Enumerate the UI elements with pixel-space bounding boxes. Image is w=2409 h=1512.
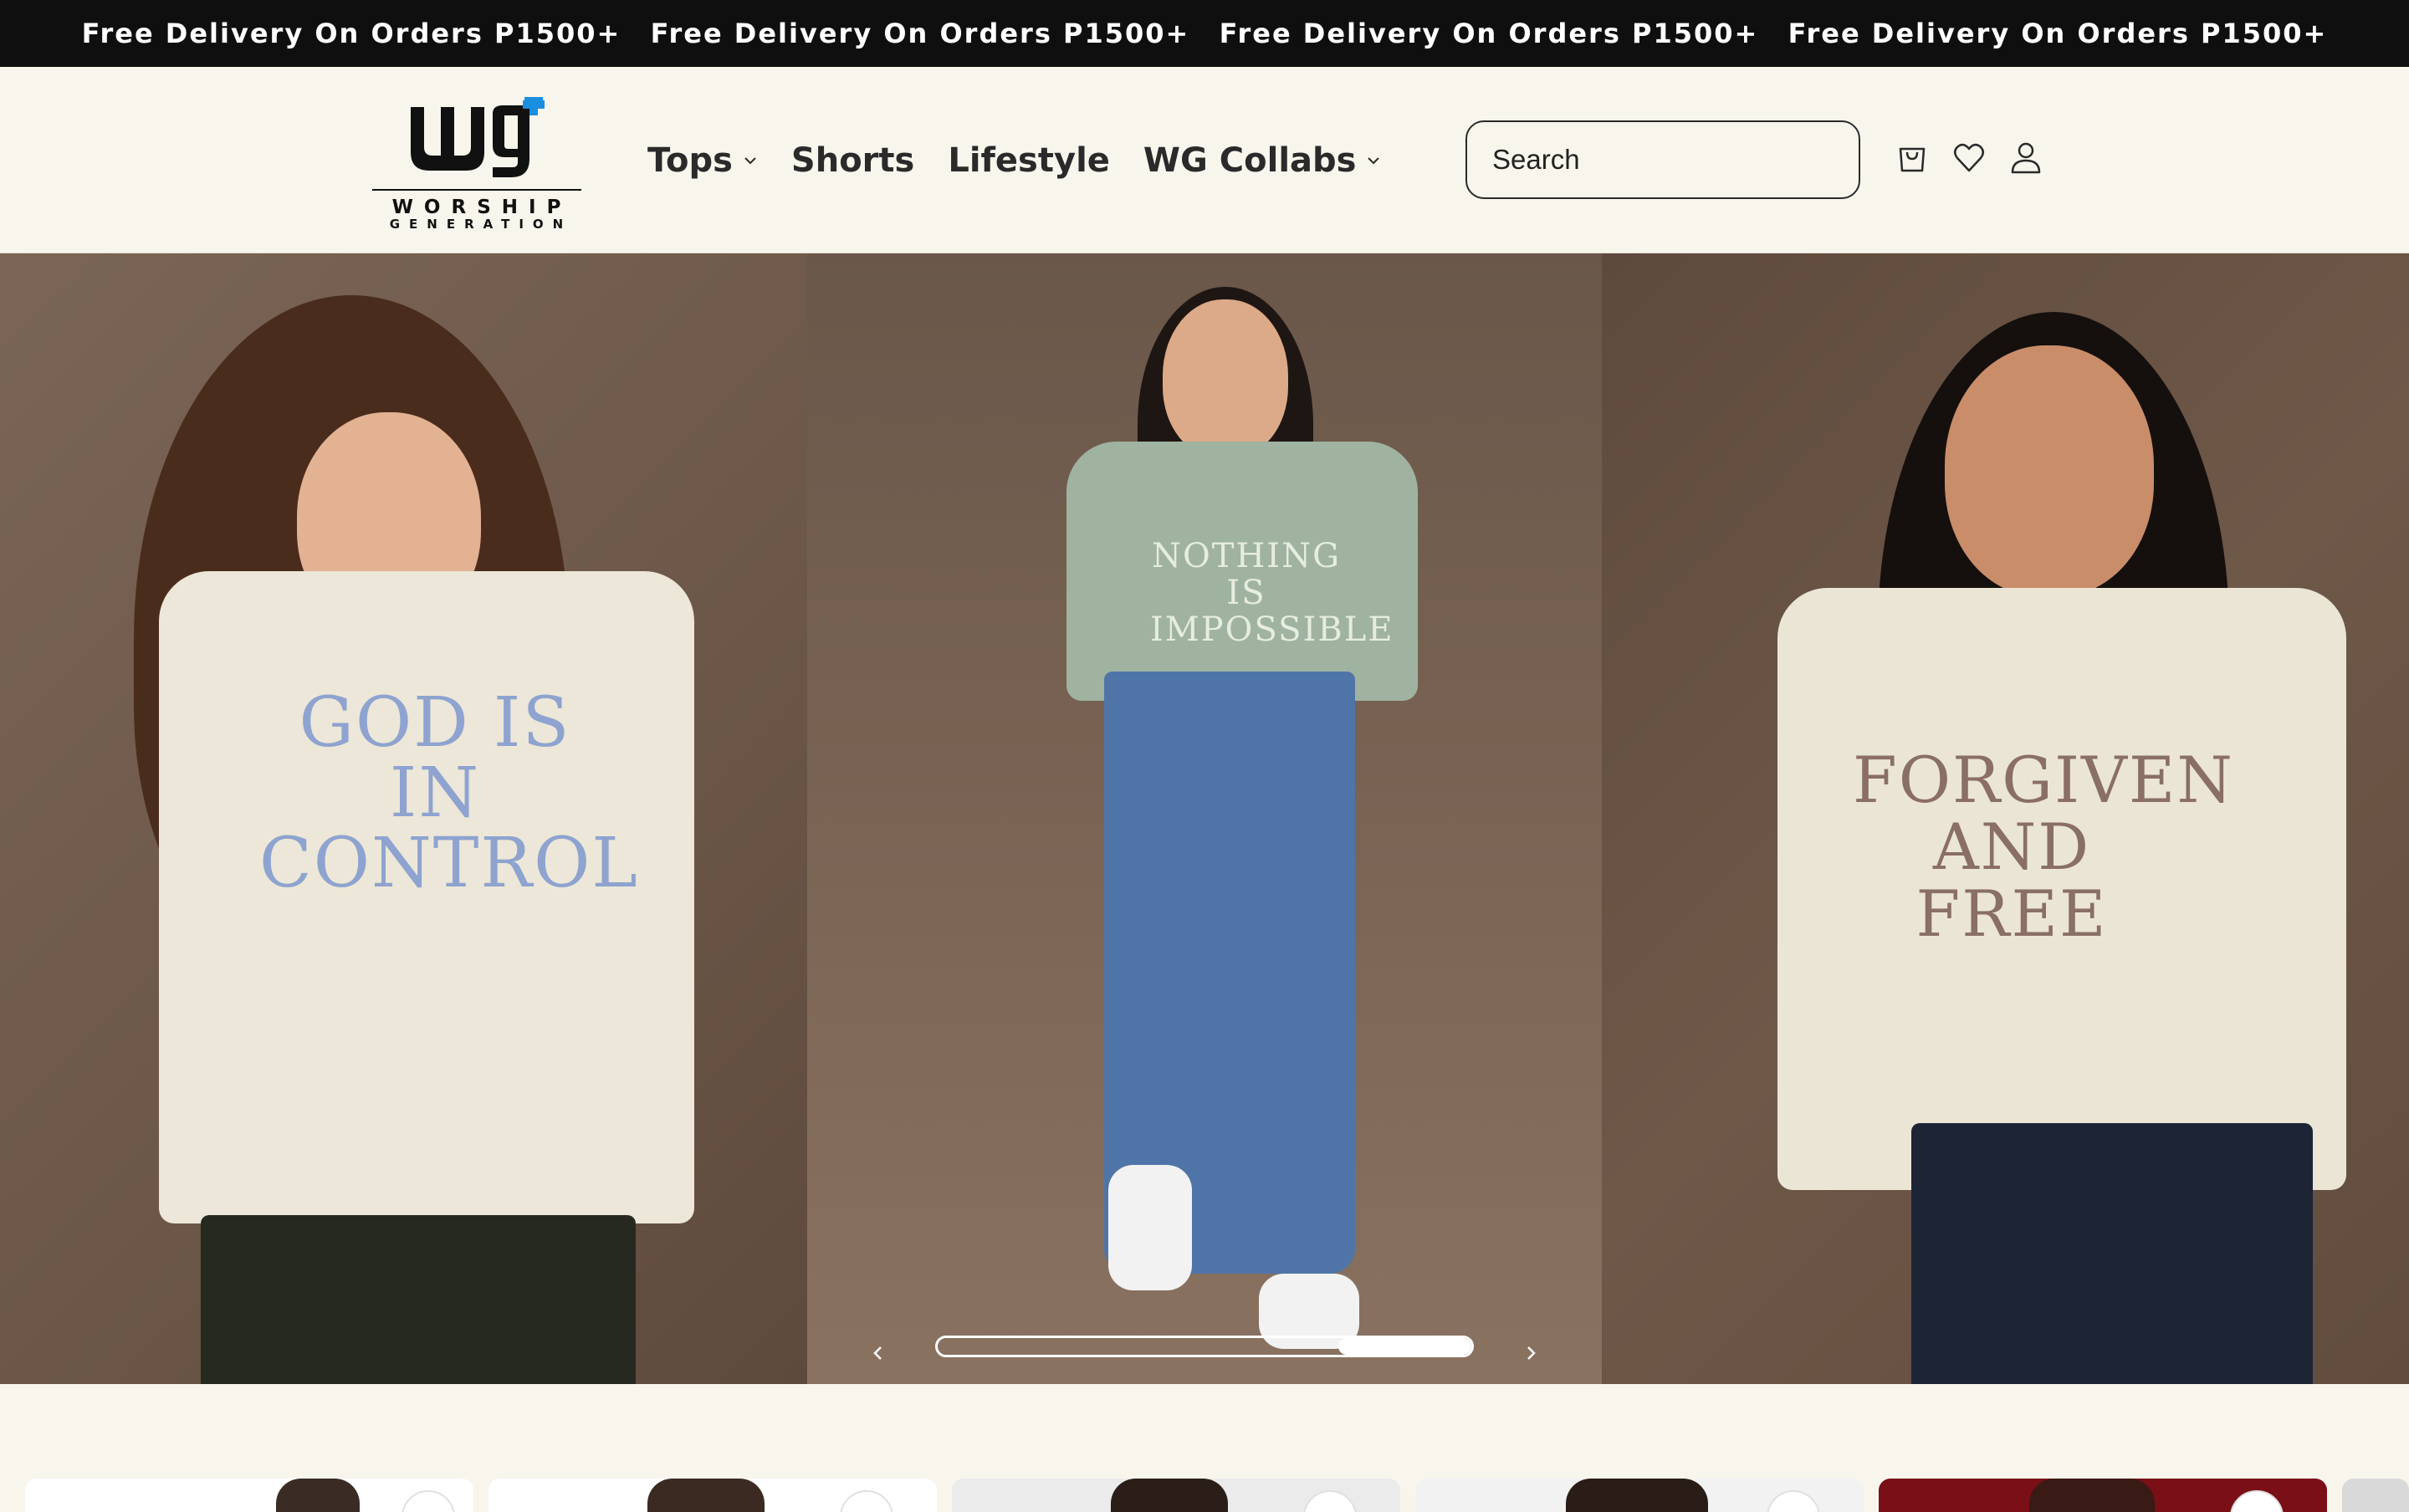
chevron-down-icon bbox=[744, 156, 756, 164]
shirt-print: NOTHING IS IMPOSSIBLE bbox=[1150, 537, 1394, 649]
slideshow-progress-fill bbox=[1337, 1338, 1471, 1355]
product-image bbox=[276, 1479, 360, 1512]
announcement-message: Free Delivery On Orders P1500+ bbox=[650, 18, 1190, 49]
hero-slide[interactable]: FORGIVEN AND FREE bbox=[1602, 253, 2409, 1384]
nav-item-shorts[interactable]: Shorts bbox=[791, 141, 914, 180]
logo-wordmark: WORSHIP GENERATION bbox=[372, 189, 581, 231]
product-card[interactable] bbox=[25, 1479, 473, 1512]
announcement-message: Free Delivery On Orders P1500+ bbox=[1788, 18, 2328, 49]
product-card[interactable] bbox=[1415, 1479, 1864, 1512]
product-card[interactable] bbox=[488, 1479, 937, 1512]
wishlist-button[interactable] bbox=[2230, 1490, 2284, 1512]
chevron-right-icon bbox=[1527, 1346, 1536, 1360]
chevron-left-icon bbox=[873, 1346, 882, 1360]
search-input[interactable] bbox=[1492, 144, 1848, 176]
model-pants bbox=[201, 1215, 636, 1384]
logo-line-2: GENERATION bbox=[389, 217, 573, 232]
cart-icon[interactable] bbox=[1894, 139, 1931, 176]
main-nav: Tops Shorts Lifestyle WG Collabs bbox=[647, 67, 1381, 253]
product-image bbox=[2029, 1479, 2155, 1512]
nav-item-tops[interactable]: Tops bbox=[647, 141, 758, 180]
nav-item-lifestyle[interactable]: Lifestyle bbox=[948, 141, 1110, 180]
shirt-print: FORGIVEN AND FREE bbox=[1853, 743, 2234, 951]
nav-item-label: Lifestyle bbox=[948, 140, 1110, 180]
nav-item-label: Shorts bbox=[790, 140, 915, 180]
site-logo[interactable]: WORSHIP GENERATION bbox=[372, 90, 581, 231]
search-box bbox=[1465, 120, 1860, 199]
model-pants bbox=[1911, 1123, 2313, 1384]
wishlist-button[interactable] bbox=[1767, 1490, 1820, 1512]
product-card[interactable] bbox=[2342, 1479, 2409, 1512]
product-card[interactable] bbox=[952, 1479, 1400, 1512]
chevron-down-icon bbox=[1368, 156, 1380, 164]
slideshow-next-button[interactable] bbox=[1516, 1338, 1546, 1368]
product-card[interactable] bbox=[1879, 1479, 2327, 1512]
announcement-bar: Free Delivery On Orders P1500+ Free Deli… bbox=[0, 0, 2409, 67]
nav-item-label: Tops bbox=[647, 140, 733, 180]
slideshow-progress-bar[interactable] bbox=[935, 1336, 1474, 1357]
nav-item-label: WG Collabs bbox=[1143, 140, 1357, 180]
hero-slide[interactable]: GOD IS IN CONTROL bbox=[0, 253, 807, 1384]
nav-item-wg-collabs[interactable]: WG Collabs bbox=[1143, 141, 1382, 180]
wishlist-button[interactable] bbox=[1303, 1490, 1357, 1512]
site-header: WORSHIP GENERATION Tops Shorts Lifestyle… bbox=[0, 67, 2409, 253]
announcement-message: Free Delivery On Orders P1500+ bbox=[1219, 18, 1759, 49]
header-icons bbox=[1894, 139, 2044, 176]
product-image bbox=[1111, 1479, 1228, 1512]
shirt-print: GOD IS IN CONTROL bbox=[259, 683, 639, 903]
product-image bbox=[647, 1479, 765, 1512]
model-face bbox=[1163, 299, 1288, 458]
product-image bbox=[1566, 1479, 1708, 1512]
heart-icon[interactable] bbox=[1951, 139, 1987, 176]
model-face bbox=[1945, 345, 2154, 596]
wishlist-button[interactable] bbox=[840, 1490, 893, 1512]
logo-line-1: WORSHIP bbox=[391, 197, 572, 218]
hero-slideshow: GOD IS IN CONTROL NOTHING IS IMPOSSIBLE … bbox=[0, 253, 2409, 1384]
announcement-message: Free Delivery On Orders P1500+ bbox=[81, 18, 621, 49]
product-strip bbox=[0, 1479, 2409, 1512]
wg-logo-mark bbox=[411, 97, 545, 177]
hero-slide[interactable]: NOTHING IS IMPOSSIBLE bbox=[807, 253, 1602, 1384]
account-icon[interactable] bbox=[2008, 139, 2044, 176]
model-shoe bbox=[1108, 1165, 1192, 1290]
wishlist-button[interactable] bbox=[402, 1490, 455, 1512]
slideshow-prev-button[interactable] bbox=[863, 1338, 893, 1368]
